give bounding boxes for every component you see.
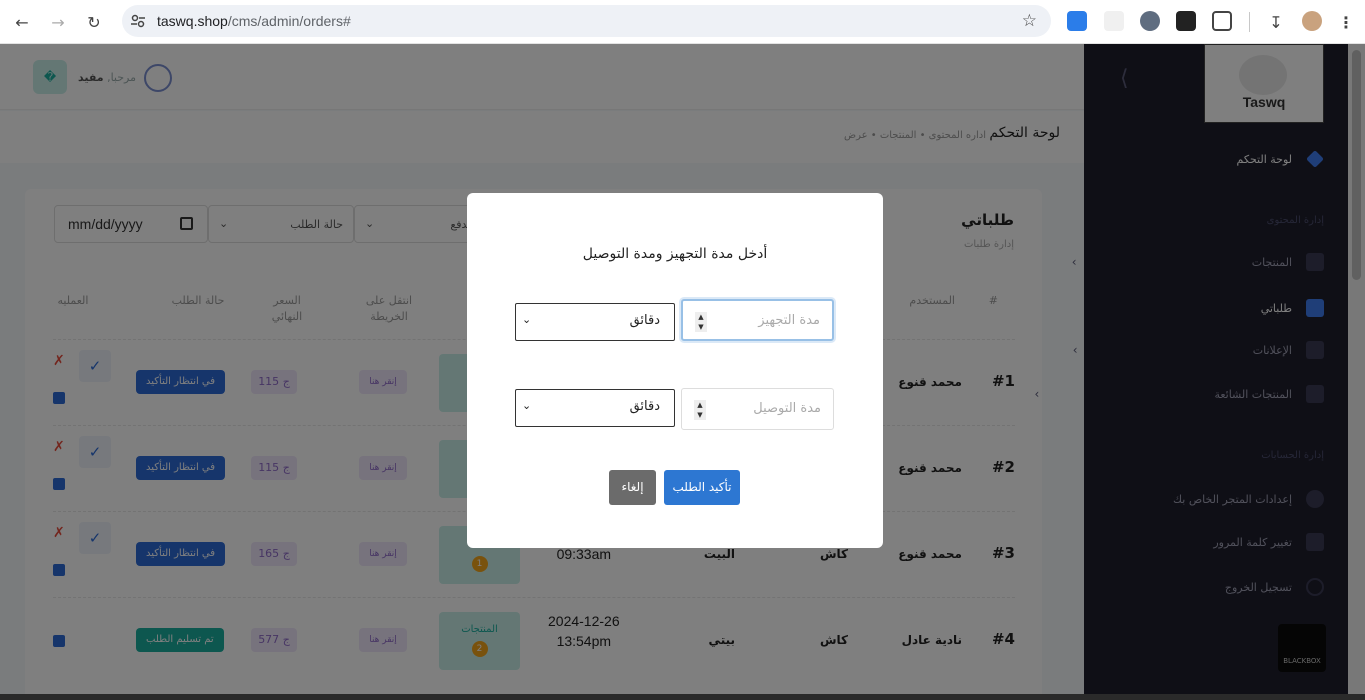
chevron-down-icon: ⌄ <box>522 313 532 326</box>
prep-unit-select[interactable]: ⌄ دقائق <box>515 303 675 341</box>
horizontal-scrollbar[interactable] <box>0 694 1365 700</box>
extension-dark-icon[interactable] <box>1176 11 1196 31</box>
prep-time-placeholder: مدة التجهيز <box>758 313 820 328</box>
number-stepper-icon[interactable]: ▲ ▼ <box>694 400 706 420</box>
chevron-down-icon: ⌄ <box>522 399 532 412</box>
number-stepper-icon[interactable]: ▲ ▼ <box>695 312 707 332</box>
delivery-unit-select[interactable]: ⌄ دقائق <box>515 389 675 427</box>
delivery-time-dialog: أدخل مدة التجهيز ومدة التوصيل مدة التجهي… <box>467 193 883 548</box>
back-icon[interactable]: ← <box>10 10 34 34</box>
extension-triangle-icon[interactable] <box>1104 11 1124 31</box>
confirm-order-button[interactable]: تأكيد الطلب <box>664 470 740 505</box>
download-icon[interactable]: ↧ <box>1264 10 1288 34</box>
browser-toolbar: ← → ↻ taswq.shop/cms/admin/orders# ☆ ↧ ⋮ <box>0 0 1365 44</box>
toolbar-divider <box>1249 12 1250 32</box>
site-settings-icon[interactable] <box>130 13 146 29</box>
prep-time-input[interactable]: مدة التجهيز ▲ ▼ <box>681 299 834 341</box>
url-host: taswq.shop <box>157 13 228 29</box>
bookmark-star-icon[interactable]: ☆ <box>1022 11 1037 31</box>
extensions-puzzle-icon[interactable] <box>1212 11 1232 31</box>
delivery-time-placeholder: مدة التوصيل <box>753 401 821 416</box>
address-bar[interactable]: taswq.shop/cms/admin/orders# ☆ <box>122 5 1051 37</box>
menu-dots-icon[interactable]: ⋮ <box>1334 10 1358 34</box>
cancel-button[interactable]: إلغاء <box>609 470 656 505</box>
url-text: taswq.shop/cms/admin/orders# <box>157 13 351 29</box>
dialog-title: أدخل مدة التجهيز ومدة التوصيل <box>582 246 768 262</box>
prep-unit-value: دقائق <box>629 313 660 328</box>
extension-cursor-icon[interactable] <box>1140 11 1160 31</box>
reload-icon[interactable]: ↻ <box>82 10 106 34</box>
delivery-time-input[interactable]: مدة التوصيل ▲ ▼ <box>681 388 834 430</box>
profile-avatar[interactable] <box>1302 11 1322 31</box>
delivery-unit-value: دقائق <box>629 399 660 414</box>
url-path: /cms/admin/orders# <box>227 13 351 29</box>
forward-icon[interactable]: → <box>46 10 70 34</box>
extension-translate-icon[interactable] <box>1067 11 1087 31</box>
